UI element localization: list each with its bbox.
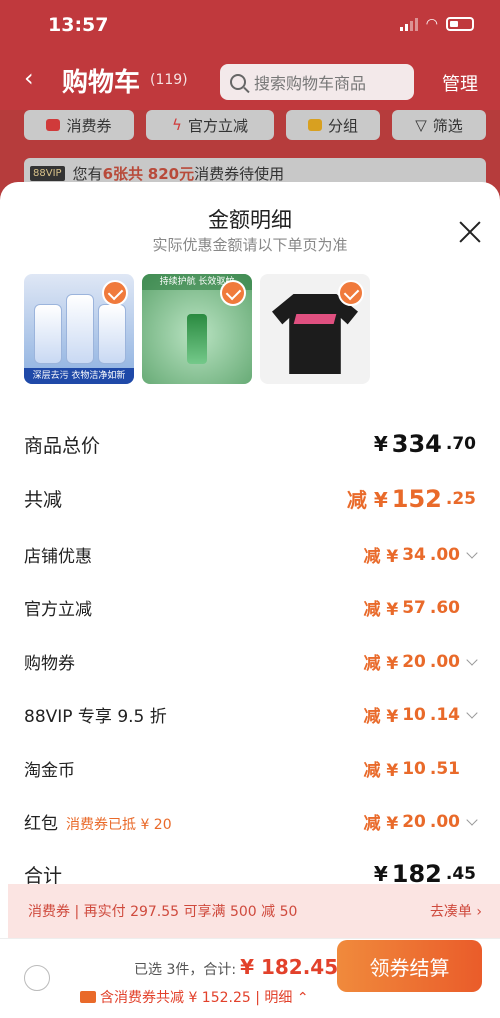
- chevron-down-icon: [466, 653, 478, 666]
- coupon-detail-text: 含消费券共减 ¥ 152.25 | 明细 ⌃: [100, 990, 309, 1006]
- row-sublabel: 消费券已抵 ¥ 20: [66, 817, 172, 833]
- coupon-detail-link[interactable]: 含消费券共减 ¥ 152.25 | 明细 ⌃: [80, 987, 309, 1007]
- thumb-caption: 深层去污 衣物洁净如新: [24, 368, 134, 384]
- tshirt-shape: [272, 294, 358, 374]
- shirt-print: [293, 314, 337, 324]
- filter-label: 分组: [327, 116, 358, 135]
- row-88vip[interactable]: 88VIP 专享 9.5 折 减 ¥10.14: [24, 702, 478, 727]
- wifi-icon: ◠: [425, 16, 438, 32]
- row-value: 减 ¥10.51: [363, 758, 460, 782]
- row-value: ¥334.70: [373, 430, 476, 458]
- selected-summary: 已选 3件，合计: ¥ 182.45: [134, 955, 338, 979]
- row-label: 购物券: [24, 654, 75, 674]
- row-label: 淘金币: [24, 761, 75, 781]
- select-all-checkbox[interactable]: [24, 965, 50, 991]
- bottle-shape: [98, 304, 126, 364]
- filter-label: 筛选: [432, 116, 463, 135]
- coupon-icon: [46, 119, 61, 131]
- row-value: 减 ¥20.00: [363, 649, 478, 674]
- filter-group[interactable]: 分组: [286, 110, 380, 140]
- vial-shape: [187, 314, 207, 364]
- row-shopping-coupon[interactable]: 购物券 减 ¥20.00: [24, 649, 478, 674]
- row-label: 店铺优惠: [24, 547, 92, 567]
- search-input[interactable]: 搜索购物车商品: [220, 64, 414, 100]
- cart-header: ‹ 购物车 (119) 搜索购物车商品 管理: [0, 52, 500, 110]
- coupon-post: 消费券待使用: [194, 164, 285, 183]
- row-red-packet[interactable]: 红包 消费券已抵 ¥ 20 减 ¥20.00: [24, 809, 478, 834]
- filter-coupon[interactable]: 消费券: [24, 110, 134, 140]
- promo-banner[interactable]: 消费券 | 再实付 297.55 可享满 500 减 50 去凑单 ›: [8, 884, 500, 938]
- filter-label: 官方立减: [187, 116, 248, 135]
- coupon-count: 6张共: [102, 164, 143, 183]
- row-official-reduce: 官方立减 减 ¥57.60: [24, 595, 476, 621]
- promo-link[interactable]: 去凑单 ›: [430, 901, 482, 921]
- row-value: 减 ¥152.25: [346, 484, 476, 513]
- row-goods-total: 商品总价 ¥334.70: [24, 430, 476, 458]
- row-label: 红包 消费券已抵 ¥ 20: [24, 814, 172, 834]
- folder-icon: [307, 119, 322, 131]
- row-shop-discount[interactable]: 店铺优惠 减 ¥34.00: [24, 542, 478, 567]
- checkout-footer: 已选 3件，合计: ¥ 182.45 含消费券共减 ¥ 152.25 | 明细 …: [0, 938, 500, 1018]
- row-label: 商品总价: [24, 434, 101, 457]
- bottle-shape: [34, 304, 62, 364]
- close-icon[interactable]: [458, 220, 482, 244]
- row-taojinbi: 淘金币 减 ¥10.51: [24, 756, 476, 782]
- sheet-subtitle: 实际优惠金额请以下单页为准: [152, 236, 348, 254]
- product-thumb-detergent[interactable]: 深层去污 衣物洁净如新: [24, 274, 134, 384]
- row-label: 官方立减: [24, 600, 92, 620]
- amount-detail-sheet: 金额明细 实际优惠金额请以下单页为准 深层去污 衣物洁净如新 持续护航 长效驱蚊…: [0, 182, 500, 1018]
- check-icon: [338, 280, 364, 306]
- filter-label: 消费券: [66, 116, 112, 135]
- row-value: 减 ¥10.14: [363, 702, 478, 727]
- row-value: 减 ¥34.00: [363, 542, 478, 567]
- check-icon: [102, 280, 128, 306]
- chevron-down-icon: [466, 546, 478, 559]
- check-icon: [220, 280, 246, 306]
- vip-badge: 88VIP: [30, 165, 65, 181]
- lightning-icon: ϟ: [172, 116, 182, 134]
- back-icon[interactable]: ‹: [24, 64, 34, 92]
- chevron-down-icon: [466, 706, 478, 719]
- status-icons: ◠: [399, 16, 474, 32]
- product-thumb-mosquito[interactable]: 持续护航 长效驱蚊: [142, 274, 252, 384]
- manage-button[interactable]: 管理: [442, 70, 478, 96]
- checkout-button[interactable]: 领券结算: [337, 940, 482, 992]
- row-label: 共减: [24, 489, 63, 511]
- funnel-icon: ▽: [415, 116, 427, 134]
- selected-amount: ¥ 182.45: [240, 955, 339, 979]
- row-value: 减 ¥20.00: [363, 809, 478, 834]
- status-bar: 13:57 ◠: [0, 0, 500, 52]
- status-time: 13:57: [48, 14, 109, 36]
- signal-icon: [399, 17, 418, 31]
- battery-icon: [446, 17, 474, 31]
- filter-filter[interactable]: ▽ 筛选: [392, 110, 486, 140]
- promo-text: 消费券 | 再实付 297.55 可享满 500 减 50: [28, 904, 298, 920]
- ticket-icon: [80, 991, 96, 1003]
- product-thumb-tshirt[interactable]: [260, 274, 370, 384]
- selected-text: 已选 3件，合计:: [134, 962, 237, 978]
- sheet-title: 金额明细: [208, 208, 292, 232]
- page-title: 购物车: [62, 68, 141, 98]
- filter-official[interactable]: ϟ 官方立减: [146, 110, 274, 140]
- filter-row: 消费券 ϟ 官方立减 分组 ▽ 筛选: [0, 110, 500, 154]
- row-total-reduce: 共减 减 ¥152.25: [24, 484, 476, 513]
- search-placeholder: 搜索购物车商品: [254, 74, 367, 93]
- row-value: 减 ¥57.60: [363, 597, 460, 621]
- search-icon: [230, 74, 246, 90]
- row-label: 88VIP 专享 9.5 折: [24, 707, 167, 727]
- coupon-amount: 820元: [147, 164, 195, 183]
- cart-count: (119): [150, 72, 188, 88]
- chevron-down-icon: [466, 813, 478, 826]
- coupon-pre: 您有: [72, 164, 103, 183]
- bottle-shape: [66, 294, 94, 364]
